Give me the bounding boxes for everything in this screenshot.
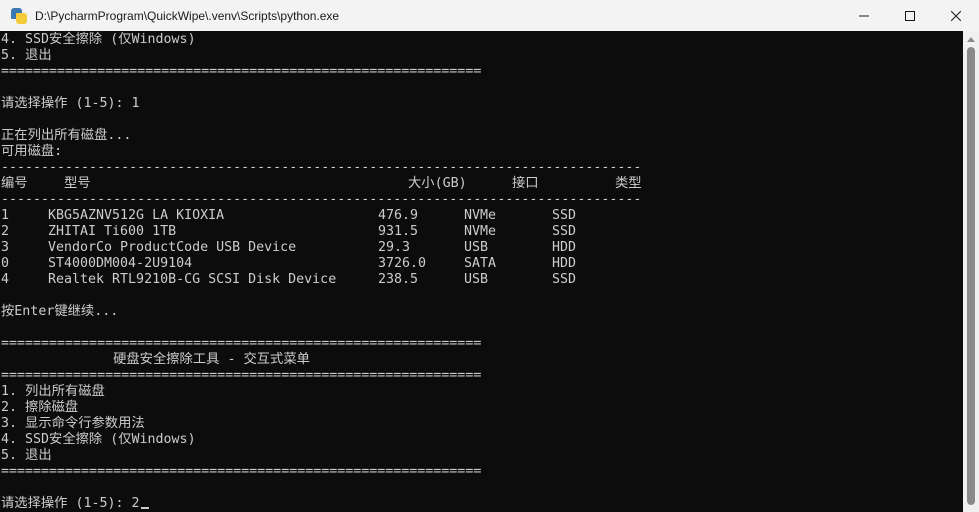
input-prompt-line[interactable]: 请选择操作 (1-5): 2 xyxy=(1,496,149,512)
status-line: 正在列出所有磁盘... xyxy=(1,128,132,143)
table-row: 2 ZHITAI Ti600 1TB 931.5 NVMe SSD xyxy=(1,224,577,239)
menu-title: 硬盘安全擦除工具 - 交互式菜单 xyxy=(1,352,310,367)
console-window: D:\PycharmProgram\QuickWipe\.venv\Script… xyxy=(0,0,979,512)
table-row: 3 VendorCo ProductCode USB Device 29.3 U… xyxy=(1,240,577,255)
maximize-button[interactable] xyxy=(887,0,933,31)
table-row: 4 Realtek RTL9210B-CG SCSI Disk Device 2… xyxy=(1,272,577,287)
text-cursor xyxy=(140,507,149,509)
minimize-icon xyxy=(859,15,869,16)
table-header: 编号 型号 大小(GB) 接口 类型 xyxy=(1,176,961,192)
available-disks-label: 可用磁盘: xyxy=(1,144,63,159)
header-type: 类型 xyxy=(615,176,642,191)
scroll-up-button[interactable] xyxy=(963,31,979,47)
table-row: 1 KBG5AZNV512G LA KIOXIA 476.9 NVMe SSD xyxy=(1,208,577,223)
python-icon xyxy=(11,7,27,24)
table-row: 0 ST4000DM004-2U9104 3726.0 SATA HDD xyxy=(1,256,577,271)
menu-item-3: 3. 显示命令行参数用法 xyxy=(1,416,145,431)
header-number: 编号 xyxy=(1,176,28,191)
window-title: D:\PycharmProgram\QuickWipe\.venv\Script… xyxy=(35,8,340,23)
prompt-text: 请选择操作 (1-5): 2 xyxy=(1,496,140,511)
rule-line: ========================================… xyxy=(1,64,482,79)
title-bar[interactable]: D:\PycharmProgram\QuickWipe\.venv\Script… xyxy=(0,0,979,31)
vertical-scrollbar[interactable] xyxy=(963,31,979,512)
menu-item-2: 2. 擦除磁盘 xyxy=(1,400,79,415)
close-icon xyxy=(951,10,961,21)
menu-item-4: 4. SSD安全擦除 (仅Windows) xyxy=(1,432,196,447)
rule-line: ========================================… xyxy=(1,368,482,383)
press-enter-line: 按Enter键继续... xyxy=(1,304,119,319)
rule-line: ========================================… xyxy=(1,464,482,479)
close-button[interactable] xyxy=(933,0,979,31)
console-output[interactable]: 4. SSD安全擦除 (仅Windows) 5. 退出 ============… xyxy=(0,31,963,512)
menu-item-4-top: 4. SSD安全擦除 (仅Windows) xyxy=(1,32,196,47)
rule-line: ========================================… xyxy=(1,336,482,351)
header-model: 型号 xyxy=(64,176,91,191)
prompt-line: 请选择操作 (1-5): 1 xyxy=(1,96,140,111)
dash-rule: ----------------------------------------… xyxy=(1,160,642,175)
menu-item-5: 5. 退出 xyxy=(1,448,52,463)
header-interface: 接口 xyxy=(512,176,539,191)
chevron-up-icon xyxy=(967,36,975,42)
minimize-button[interactable] xyxy=(841,0,887,31)
dash-rule: ----------------------------------------… xyxy=(1,192,642,207)
scrollbar-thumb[interactable] xyxy=(967,47,975,505)
maximize-icon xyxy=(905,10,915,21)
header-size: 大小(GB) xyxy=(408,176,467,191)
menu-item-5-top: 5. 退出 xyxy=(1,48,52,63)
menu-item-1: 1. 列出所有磁盘 xyxy=(1,384,105,399)
window-controls xyxy=(841,0,979,31)
